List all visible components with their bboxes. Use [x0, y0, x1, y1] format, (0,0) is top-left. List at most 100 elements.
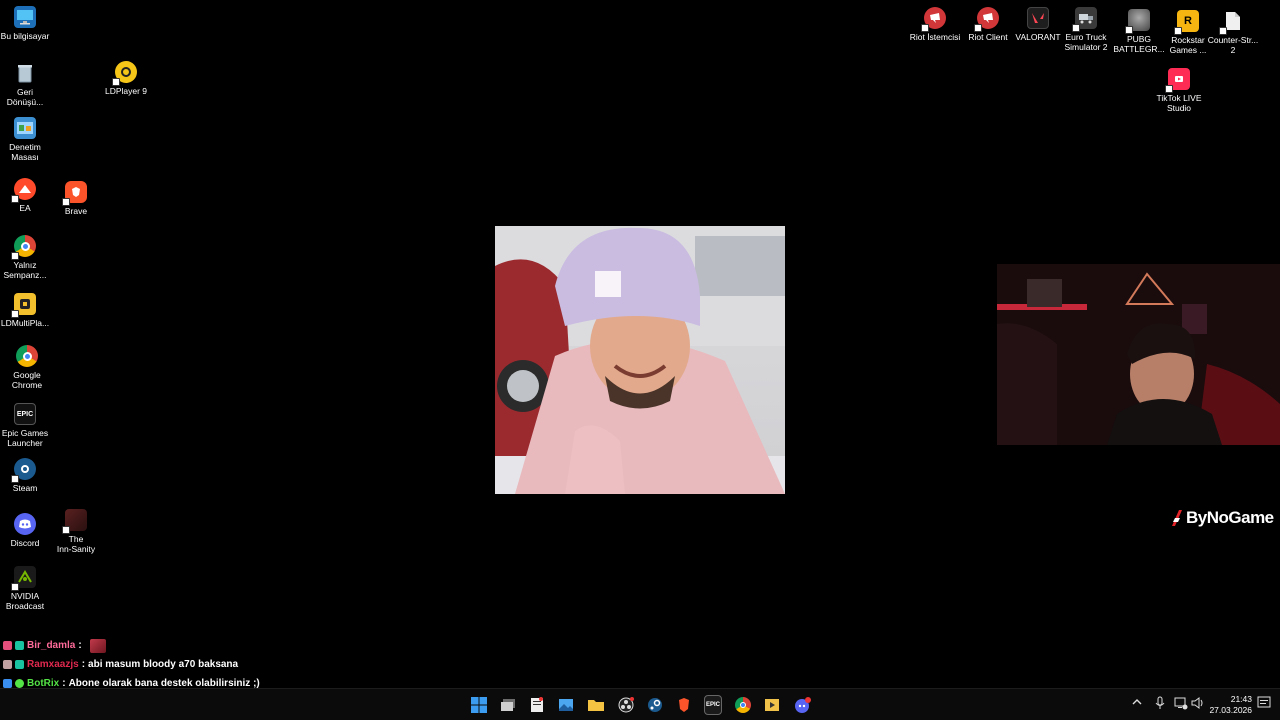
desktop-icon-steam[interactable]: Steam: [0, 458, 54, 493]
chat-text: abi masum bloody a70 baksana: [88, 659, 239, 670]
desktop-icon-label: PUBG BATTLEGR...: [1113, 34, 1165, 54]
desktop-icon-riot-istemcisi[interactable]: Riot İstemcisi: [906, 7, 964, 42]
photos-app[interactable]: [556, 695, 576, 715]
notepad-app[interactable]: [527, 695, 547, 715]
rockstar-icon: R: [1174, 10, 1199, 35]
riot-client-icon: [974, 7, 999, 32]
windows-logo-icon: [471, 697, 487, 713]
desktop-icon-tiktok-live[interactable]: TikTok LIVE Studio: [1150, 68, 1208, 113]
chat-message: Ramxaazjs : abi masum bloody a70 baksana: [3, 655, 260, 674]
taskbar-clock[interactable]: 21:43 27.03.2026: [1206, 694, 1252, 716]
desktop-icon-label: Discord: [10, 538, 40, 548]
webcam-overlay: [997, 264, 1280, 445]
gift-badge-icon: [15, 641, 24, 650]
brave-icon: [679, 698, 689, 712]
desktop-icon-brave[interactable]: Brave: [47, 181, 105, 216]
subscriber-badge-icon: [3, 641, 12, 650]
discord-app[interactable]: [792, 695, 812, 715]
ea-icon: [11, 178, 36, 203]
desktop-icon-control-panel[interactable]: Denetim Masası: [0, 117, 54, 162]
file-icon: [1219, 10, 1244, 35]
notification-icon[interactable]: [1257, 696, 1271, 713]
chat-message: Bir_damla :: [3, 636, 260, 655]
ldplayer-icon: [112, 61, 137, 86]
desktop-icon-discord[interactable]: Discord: [0, 513, 54, 548]
control-panel-icon: [14, 117, 36, 139]
desktop-icon-label: Steam: [12, 483, 38, 493]
brand-logo: ByNoGame: [1170, 508, 1274, 528]
epic-games-app[interactable]: EPIC: [704, 695, 722, 715]
tray-overflow-chevron-icon[interactable]: [1132, 697, 1142, 709]
epic-games-icon: EPIC: [14, 403, 36, 425]
chat-username: Bir_damla: [27, 640, 76, 651]
recycle-bin-icon: [14, 62, 36, 84]
chat-username: Ramxaazjs: [27, 659, 79, 670]
desktop-icon-label: Riot Client: [968, 32, 1008, 42]
media-app[interactable]: [762, 695, 782, 715]
volume-icon[interactable]: [1191, 696, 1205, 713]
media-player-icon: [765, 699, 779, 711]
taskbar: EPIC 21:43 27.03.2026: [0, 688, 1280, 720]
photos-icon: [559, 699, 573, 711]
desktop-icon-ldmultiplayer[interactable]: LDMultiPla...: [0, 293, 54, 328]
desktop-icon-counter-strike[interactable]: Counter-Str... 2: [1204, 10, 1262, 55]
computer-icon: [14, 6, 36, 28]
emote-icon: [89, 638, 106, 653]
desktop-icon-label: NVIDIA Broadcast: [5, 591, 45, 611]
desktop-icon-label: The Inn-Sanity: [56, 534, 96, 554]
desktop-icon-recycle-bin[interactable]: Geri Dönüşü...: [0, 62, 54, 107]
desktop-icon-label: LDPlayer 9: [104, 86, 148, 96]
obs-app[interactable]: [616, 695, 636, 715]
folder-icon: [588, 700, 604, 711]
valorant-icon: [1027, 7, 1049, 29]
desktop-icon-label: Yalnız Sempanz...: [3, 260, 47, 280]
verified-badge-icon: [15, 679, 24, 688]
desktop-icon-label: Google Chrome: [11, 370, 43, 390]
bynogame-logo-icon: [1172, 510, 1182, 526]
tiktok-live-icon: [1165, 68, 1190, 93]
pubg-icon: [1125, 9, 1150, 34]
desktop-icon-yalniz-sempanze[interactable]: Yalnız Sempanz...: [0, 235, 54, 280]
start-button[interactable]: [469, 695, 489, 715]
desktop-icon-euro-truck[interactable]: Euro Truck Simulator 2: [1057, 7, 1115, 52]
desktop-icon-label: Epic Games Launcher: [1, 428, 49, 448]
desktop-icon-label: LDMultiPla...: [0, 318, 50, 328]
desktop-icon-inn-sanity[interactable]: The Inn-Sanity: [47, 509, 105, 554]
clock-date: 27.03.2026: [1209, 705, 1252, 715]
chat-separator: :: [81, 659, 86, 670]
microphone-icon[interactable]: [1155, 696, 1165, 713]
obs-icon: [618, 697, 634, 713]
ldmultiplayer-icon: [11, 293, 36, 318]
webcam-image: [997, 264, 1280, 445]
desktop-icon-label: VALORANT: [1015, 32, 1061, 42]
steam-icon: [11, 458, 36, 483]
inn-sanity-icon: [62, 509, 87, 534]
chrome-app[interactable]: [733, 695, 753, 715]
desktop-icon-label: Geri Dönüşü...: [6, 87, 44, 107]
desktop-icon-nvidia-broadcast[interactable]: NVIDIA Broadcast: [0, 566, 54, 611]
steam-app[interactable]: [645, 695, 665, 715]
brave-app[interactable]: [674, 695, 694, 715]
video-person-image: [495, 226, 785, 494]
steam-icon: [648, 698, 662, 712]
desktop-icon-ea[interactable]: EA: [0, 178, 54, 213]
file-explorer-app[interactable]: [586, 695, 606, 715]
stream-chat: Bir_damla : Ramxaazjs : abi masum bloody…: [3, 636, 260, 693]
task-view-button[interactable]: [498, 695, 518, 715]
chrome-icon: [16, 345, 38, 367]
network-icon[interactable]: [1174, 696, 1188, 713]
desktop-icon-ldplayer[interactable]: LDPlayer 9: [97, 61, 155, 96]
desktop-icon-this-pc[interactable]: Bu bilgisayar: [0, 6, 54, 41]
notepad-icon: [531, 697, 543, 712]
euro-truck-icon: [1072, 7, 1097, 32]
chrome-icon: [735, 697, 751, 713]
chrome-icon: [11, 235, 36, 260]
desktop-icon-epic-games[interactable]: EPIC Epic Games Launcher: [0, 403, 54, 448]
desktop-icon-label: Riot İstemcisi: [909, 32, 961, 42]
desktop-icon-label: Brave: [64, 206, 88, 216]
desktop-icon-google-chrome[interactable]: Google Chrome: [0, 345, 56, 390]
riot-client-icon: [921, 7, 946, 32]
task-view-icon: [501, 699, 515, 711]
user-badge-icon: [3, 660, 12, 669]
desktop-icon-label: Bu bilgisayar: [0, 31, 50, 41]
